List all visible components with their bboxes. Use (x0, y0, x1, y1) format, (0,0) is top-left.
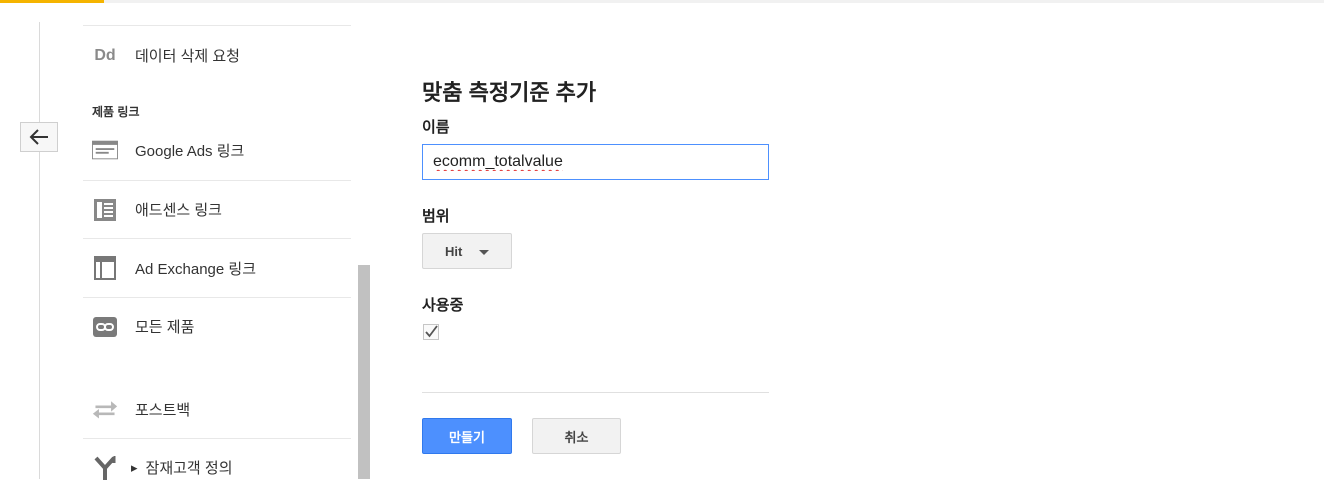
arrow-left-icon (29, 129, 48, 145)
sidebar-item-label: 잠재고객 정의 (145, 460, 233, 477)
dd-text-icon: Dd (94, 46, 116, 64)
top-border (0, 0, 1324, 3)
sidebar-item-audience-definitions[interactable]: ▸ 잠재고객 정의 (83, 438, 351, 496)
sidebar-item-all-products[interactable]: 모든 제품 (83, 297, 351, 355)
sidebar-item-google-ads[interactable]: Google Ads 링크 (83, 120, 351, 180)
name-input[interactable] (422, 144, 769, 180)
postback-arrows-icon (92, 397, 118, 421)
scope-label: 범위 (422, 208, 450, 225)
audience-fork-icon (92, 455, 118, 480)
name-label: 이름 (422, 119, 450, 136)
page-title: 맞춤 측정기준 추가 (422, 80, 597, 105)
sidebar-item-label: 포스트백 (135, 401, 191, 419)
sidebar-item-label: Ad Exchange 링크 (135, 260, 256, 278)
active-label: 사용중 (422, 297, 464, 314)
expand-triangle-icon[interactable]: ▸ (131, 460, 138, 476)
sidebar-item-label: 데이터 삭제 요청 (135, 48, 240, 65)
section-title-product-links: 제품 링크 (92, 105, 140, 119)
sidebar-item-ad-exchange[interactable]: Ad Exchange 링크 (83, 238, 351, 297)
progress-accent-bar (0, 0, 104, 3)
chevron-down-icon (479, 250, 490, 255)
create-button[interactable]: 만들기 (422, 418, 512, 454)
google-ads-icon (92, 138, 118, 162)
scope-select[interactable]: Hit (422, 233, 512, 269)
link-icon (92, 315, 118, 339)
scope-value: Hit (445, 243, 463, 259)
sidebar-item-label: 애드센스 링크 (135, 202, 222, 219)
back-button[interactable] (20, 122, 58, 152)
sidebar-item-label: 모든 제품 (135, 319, 195, 336)
checkmark-icon (425, 325, 438, 338)
adsense-icon (92, 198, 118, 222)
form-divider (422, 392, 769, 393)
sidebar-scrollbar-thumb[interactable] (358, 265, 370, 479)
active-checkbox[interactable] (423, 324, 439, 340)
cancel-button[interactable]: 취소 (532, 418, 621, 454)
sidebar-item-label: Google Ads 링크 (135, 142, 245, 160)
ad-exchange-icon (92, 256, 118, 280)
sidebar-item-data-deletion[interactable]: Dd 데이터 삭제 요청 (83, 25, 351, 85)
sidebar-item-postback[interactable]: 포스트백 (83, 380, 351, 438)
sidebar-rail (39, 22, 40, 479)
sidebar-item-adsense[interactable]: 애드센스 링크 (83, 180, 351, 238)
